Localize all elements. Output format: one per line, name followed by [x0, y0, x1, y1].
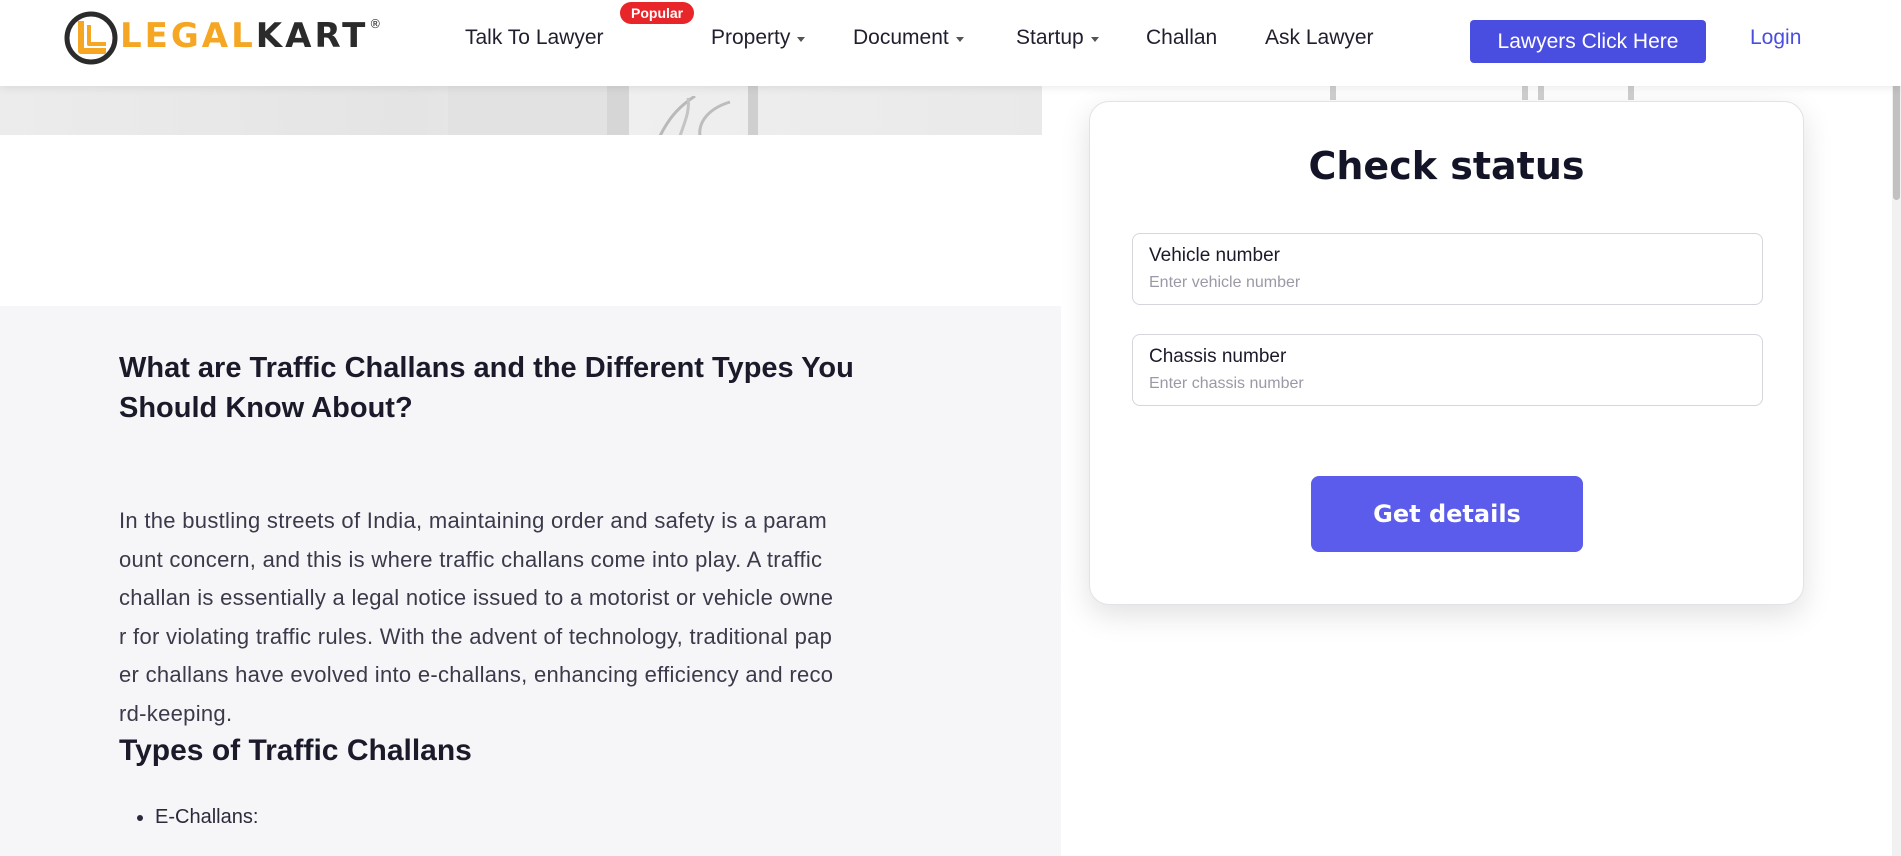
legalkart-logo-icon — [64, 11, 118, 65]
nav-talk-to-lawyer[interactable]: Talk To Lawyer — [465, 26, 604, 50]
top-navbar: LEGALKART ® Popular Talk To Lawyer Prope… — [0, 0, 1901, 86]
nav-document-dropdown[interactable]: Document — [853, 26, 964, 50]
hero-image-decor — [1628, 86, 1634, 100]
hero-image-decor — [1538, 86, 1544, 100]
chassis-number-input[interactable] — [1149, 375, 1739, 393]
vehicle-number-label: Vehicle number — [1149, 245, 1280, 266]
vehicle-number-field[interactable]: Vehicle number — [1132, 233, 1763, 305]
nav-label: Startup — [1016, 26, 1084, 49]
nav-label: Challan — [1146, 26, 1218, 49]
caret-down-icon — [1090, 36, 1099, 42]
chassis-number-label: Chassis number — [1149, 346, 1287, 367]
nav-ask-lawyer[interactable]: Ask Lawyer — [1265, 26, 1374, 50]
article-body-line: rd-keeping. — [119, 700, 233, 726]
nav-label: Document — [853, 26, 949, 49]
nav-property-dropdown[interactable]: Property — [711, 26, 806, 50]
login-link[interactable]: Login — [1750, 26, 1801, 50]
logo[interactable]: LEGALKART ® — [64, 11, 382, 65]
logo-wordmark: LEGALKART — [120, 16, 369, 56]
nav-startup-dropdown[interactable]: Startup — [1016, 26, 1099, 50]
nav-challan[interactable]: Challan — [1146, 26, 1217, 50]
article-body-line: r for violating traffic rules. With the … — [119, 623, 833, 649]
hero-image-decor — [607, 86, 629, 135]
hero-image-decor — [448, 86, 608, 135]
popular-badge: Popular — [620, 2, 695, 24]
article-title: What are Traffic Challans and the Differ… — [119, 352, 854, 424]
chassis-number-field[interactable]: Chassis number — [1132, 334, 1763, 406]
article-body-line: challan is essentially a legal notice is… — [119, 585, 834, 610]
nav-label: Property — [711, 26, 791, 49]
nav-label: Talk To Lawyer — [465, 26, 604, 49]
check-status-card: Check status Vehicle number Chassis numb… — [1089, 101, 1804, 605]
registered-mark: ® — [369, 17, 382, 31]
lawyers-click-here-button[interactable]: Lawyers Click Here — [1470, 20, 1706, 63]
article-subheading: Types of Traffic Challans — [119, 734, 472, 767]
card-title: Check status — [1308, 144, 1585, 188]
hero-image-decor — [1330, 86, 1336, 100]
page-scrollbar[interactable] — [1892, 0, 1901, 856]
get-details-button[interactable]: Get details — [1311, 476, 1583, 552]
list-item: E-Challans: — [155, 806, 258, 829]
vehicle-number-input[interactable] — [1149, 274, 1739, 292]
article-body-line: In the bustling streets of India, mainta… — [119, 508, 827, 533]
plant-decor-icon — [658, 96, 731, 135]
article-body-line: er challans have evolved into e-challans… — [119, 662, 834, 687]
challan-types-list: E-Challans: — [155, 806, 258, 829]
article-body: In the bustling streets of India, mainta… — [119, 502, 959, 733]
nav-label: Ask Lawyer — [1265, 26, 1374, 49]
caret-down-icon — [955, 36, 964, 42]
hero-image-decor — [748, 86, 758, 135]
caret-down-icon — [797, 36, 806, 42]
hero-image-decor — [1522, 86, 1528, 100]
article-body-line: ount concern, and this is where traffic … — [119, 546, 823, 572]
